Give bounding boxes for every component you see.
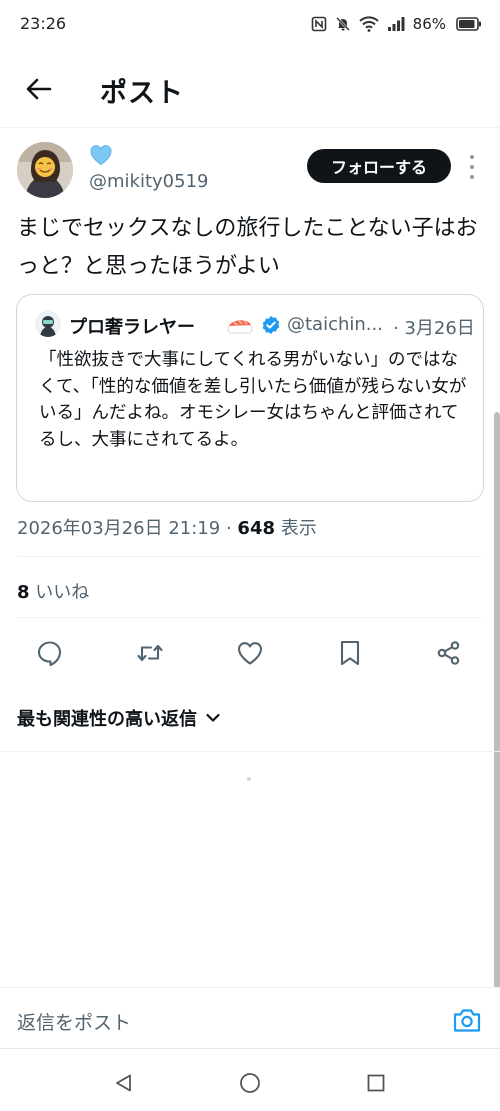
scrollbar[interactable] [494, 412, 500, 988]
system-nav-bar [0, 1049, 500, 1111]
triangle-back-icon [116, 1074, 131, 1092]
status-bar: 23:26 86% [0, 0, 500, 48]
quoted-author-handle: @taichin... [287, 314, 383, 335]
blue-heart-icon [90, 145, 112, 166]
verified-badge-icon [262, 316, 280, 334]
nav-home-button[interactable] [238, 1071, 262, 1095]
likes-count: 8 [17, 582, 30, 603]
quoted-post-date: · 3月26日 [393, 318, 475, 339]
circle-home-icon [240, 1073, 260, 1093]
top-app-bar: ポスト [0, 58, 500, 120]
author-avatar[interactable] [17, 142, 73, 198]
likes-summary[interactable]: 8 いいね [17, 578, 89, 604]
author-name[interactable]: 💙 [89, 144, 113, 170]
follow-button[interactable]: フォローする [307, 149, 451, 183]
likes-label: いいね [35, 582, 90, 603]
heart-icon [237, 642, 263, 665]
bookmark-button[interactable] [333, 636, 367, 670]
avatar-image [17, 142, 73, 198]
reply-sort-label: 最も関連性の高い返信 [17, 709, 197, 730]
views-label: 表示 [280, 518, 317, 539]
like-button[interactable] [233, 636, 267, 670]
more-vertical-icon [470, 155, 474, 159]
status-icons: 86% [311, 13, 482, 35]
post-timestamp[interactable]: 2026年03月26日 21:19 [17, 518, 220, 539]
comment-icon [37, 641, 62, 667]
loading-indicator [247, 777, 251, 781]
header-divider [0, 127, 500, 128]
repost-button[interactable] [133, 636, 167, 670]
nav-back-button[interactable] [112, 1071, 136, 1095]
camera-button[interactable] [452, 1006, 482, 1034]
signal-icon [387, 17, 405, 31]
post-text: まじでセックスなしの旅行したことない子はおっと？と思ったほうがよい [17, 216, 478, 279]
quoted-author-avatar [35, 311, 61, 337]
mute-bell-icon [335, 17, 350, 31]
bookmark-icon [340, 640, 360, 666]
more-options-button[interactable] [465, 152, 479, 182]
battery-icon [456, 17, 481, 31]
quoted-author-name: プロ奢ラレヤー [69, 317, 195, 338]
post-meta: 2026年03月26日 21:19 · 648 表示 [17, 514, 317, 540]
author-handle[interactable]: @mikity0519 [89, 171, 208, 192]
wifi-icon [358, 16, 379, 32]
battery-percent: 86% [412, 15, 446, 33]
post-actions [0, 636, 500, 670]
repost-icon [137, 644, 163, 662]
post-author-row: 💙 @mikity0519 フォローする [17, 140, 483, 202]
nav-recents-button[interactable] [364, 1071, 388, 1095]
page-title: ポスト [100, 78, 184, 109]
reply-input[interactable]: 返信をポスト [17, 1008, 131, 1035]
quoted-post-text: 「性欲抜きで大事にしてくれる男がいない」のではなくて、「性的な価値を差し引いたら… [39, 350, 467, 450]
reply-button[interactable] [33, 636, 67, 670]
meta-divider [17, 556, 483, 557]
likes-divider [17, 617, 483, 618]
quoted-post-header: プロ奢ラレヤー @taichin... · 3月26日 [35, 311, 475, 339]
back-button[interactable] [22, 72, 56, 106]
share-icon [437, 641, 460, 665]
replies-divider [0, 751, 500, 752]
square-recents-icon [367, 1074, 385, 1092]
meta-separator: · [225, 518, 232, 539]
nfc-icon [311, 16, 326, 32]
quoted-post-card[interactable]: プロ奢ラレヤー @taichin... · 3月26日 「性欲抜きで大事にしてく… [16, 294, 484, 502]
share-button[interactable] [432, 636, 466, 670]
camera-icon [453, 1009, 481, 1032]
reply-sort-dropdown[interactable]: 最も関連性の高い返信 [17, 705, 221, 731]
reply-composer-bar: 返信をポスト [0, 987, 500, 1049]
chevron-down-icon [206, 713, 220, 722]
views-count: 648 [237, 518, 275, 539]
status-time: 23:26 [20, 14, 67, 33]
arrow-left-icon [26, 78, 52, 100]
sushi-emoji-icon [227, 320, 253, 334]
